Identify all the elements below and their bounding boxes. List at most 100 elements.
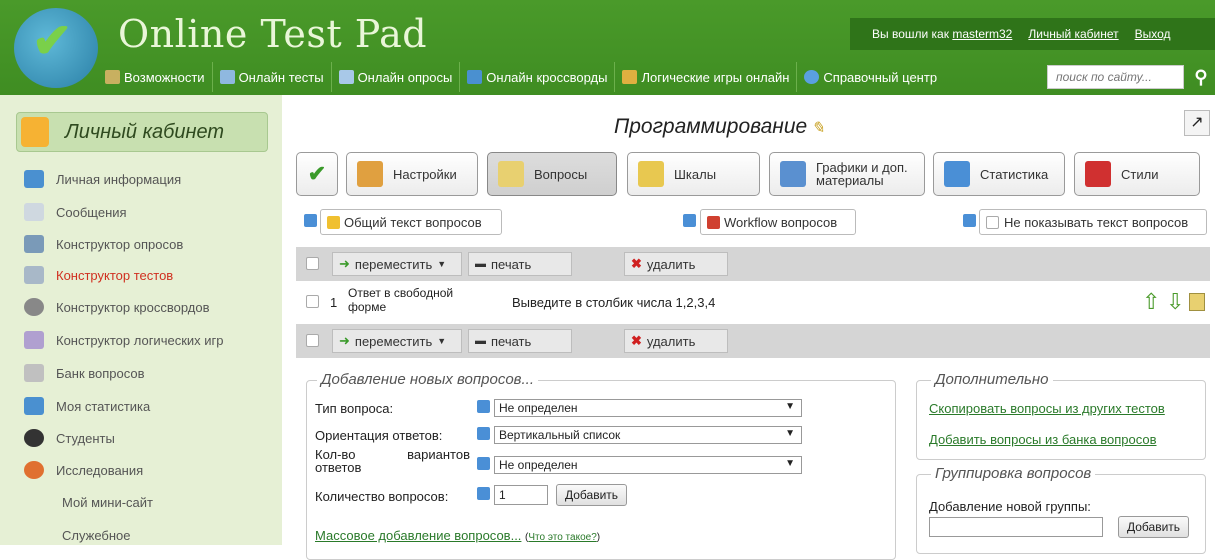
tab-scales[interactable]: Шкалы: [627, 152, 760, 196]
new-group-label: Добавление новой группы:: [929, 499, 1091, 514]
delete-button[interactable]: ✖ удалить: [624, 252, 728, 276]
tab-questions[interactable]: Вопросы: [487, 152, 617, 196]
variants-select[interactable]: Не определен ▼: [494, 456, 802, 474]
sidebar-item-my-stats[interactable]: Моя статистика: [24, 397, 150, 415]
move-button[interactable]: ➜ переместить ▼: [332, 329, 462, 353]
all-questions-text-button[interactable]: Общий текст вопросов: [320, 209, 502, 235]
database-icon: [24, 364, 44, 382]
sidebar-item-poll-builder[interactable]: Конструктор опросов: [24, 235, 183, 253]
puzzle-icon: [24, 331, 44, 349]
sidebar-item-test-builder[interactable]: Конструктор тестов: [24, 266, 173, 284]
page-title: Программирование ✎: [614, 115, 825, 138]
table-row[interactable]: 1 Ответ в свободной форме Выведите в сто…: [296, 283, 1210, 321]
expand-icon[interactable]: ↗: [1184, 110, 1210, 136]
hide-text-checkbox[interactable]: [986, 215, 999, 229]
cabinet-header[interactable]: Личный кабинет: [16, 112, 268, 152]
username-link[interactable]: masterm32: [952, 27, 1012, 41]
bank-questions-link[interactable]: Добавить вопросы из банка вопросов: [929, 432, 1157, 447]
nav-polls[interactable]: Онлайн опросы: [330, 62, 460, 92]
mass-add-row: Массовое добавление вопросов... (Что это…: [315, 528, 601, 543]
sidebar-item-question-bank[interactable]: Банк вопросов: [24, 364, 145, 382]
delete-button[interactable]: ✖ удалить: [624, 329, 728, 353]
test-icon: [219, 70, 235, 84]
search-icon[interactable]: ⚲: [1188, 63, 1214, 91]
help-icon[interactable]: [963, 214, 976, 227]
help-icon[interactable]: [477, 457, 490, 470]
printer-icon: ▬: [475, 335, 486, 347]
notepad-icon: [498, 161, 524, 187]
delete-icon: ✖: [631, 256, 642, 271]
select-all-checkbox[interactable]: [306, 257, 319, 270]
nav-crosswords[interactable]: Онлайн кроссворды: [459, 62, 614, 92]
cabinet-link[interactable]: Личный кабинет: [1028, 27, 1118, 41]
print-button[interactable]: ▬ печать: [468, 329, 572, 353]
help-icon[interactable]: [304, 214, 317, 227]
help-icon[interactable]: [683, 214, 696, 227]
new-group-input[interactable]: [929, 517, 1103, 537]
edit-icon[interactable]: [1189, 293, 1205, 311]
nav-tests[interactable]: Онлайн тесты: [211, 62, 331, 92]
sidebar-item-personal-info[interactable]: Личная информация: [24, 170, 181, 188]
what-is-it-link[interactable]: Что это такое?: [528, 532, 596, 543]
save-check-button[interactable]: ✔: [296, 152, 338, 196]
sidebar-item-mini-site[interactable]: Мой мини-сайт: [62, 495, 153, 510]
main-nav: Возможности Онлайн тесты Онлайн опросы О…: [98, 62, 944, 92]
add-questions-button[interactable]: Добавить: [556, 484, 628, 506]
question-number: 1: [330, 295, 338, 310]
tab-styles[interactable]: Стили: [1074, 152, 1200, 196]
gear-icon: [105, 70, 120, 84]
sidebar-item-students[interactable]: Студенты: [24, 429, 115, 447]
brand-title[interactable]: Online Test Pad: [118, 12, 427, 56]
stats-icon: [944, 161, 970, 187]
row-checkbox[interactable]: [306, 295, 319, 308]
hide-text-toggle[interactable]: Не показывать текст вопросов: [979, 209, 1207, 235]
test-icon: [24, 266, 44, 284]
tab-charts[interactable]: Графики и доп. материалы: [769, 152, 925, 196]
action-bar-bottom: ➜ переместить ▼ ▬ печать ✖ удалить: [296, 324, 1210, 358]
help-icon[interactable]: [477, 487, 490, 500]
select-all-checkbox[interactable]: [306, 334, 319, 347]
workflow-button[interactable]: Workflow вопросов: [700, 209, 856, 235]
help-icon[interactable]: [477, 400, 490, 413]
extra-legend: Дополнительно: [931, 371, 1053, 388]
nav-help[interactable]: Справочный центр: [796, 62, 944, 92]
sidebar-item-service[interactable]: Служебное: [62, 528, 131, 543]
arrow-up-icon[interactable]: ⇧: [1142, 289, 1160, 315]
edit-pencil-icon[interactable]: ✎: [811, 120, 824, 137]
action-bar-top: ➜ переместить ▼ ▬ печать ✖ удалить: [296, 247, 1210, 281]
tab-settings[interactable]: Настройки: [346, 152, 478, 196]
move-button[interactable]: ➜ переместить ▼: [332, 252, 462, 276]
chart-icon: [780, 161, 806, 187]
sidebar-item-crossword-builder[interactable]: Конструктор кроссвордов: [24, 298, 210, 316]
student-icon: [24, 429, 44, 447]
folder-icon: [327, 215, 340, 229]
add-group-button[interactable]: Добавить: [1118, 516, 1190, 538]
id-card-icon: [24, 170, 44, 188]
question-text[interactable]: Выведите в столбик числа 1,2,3,4: [512, 295, 715, 310]
arrow-down-icon[interactable]: ⇩: [1166, 289, 1184, 315]
copy-questions-link[interactable]: Скопировать вопросы из других тестов: [929, 401, 1165, 416]
orientation-select[interactable]: Вертикальный список ▼: [494, 426, 802, 444]
arrow-right-icon: ➜: [339, 256, 350, 271]
sidebar-item-research[interactable]: Исследования: [24, 461, 143, 479]
group-legend: Группировка вопросов: [931, 465, 1096, 482]
sidebar-item-messages[interactable]: Сообщения: [24, 203, 127, 221]
count-label: Количество вопросов:: [315, 489, 449, 504]
poll-icon: [24, 235, 44, 253]
count-input[interactable]: [494, 485, 548, 505]
variants-label: Кол-во вариантов ответов: [315, 447, 470, 475]
logout-link[interactable]: Выход: [1135, 27, 1171, 41]
sidebar-item-logic-games-builder[interactable]: Конструктор логических игр: [24, 331, 224, 349]
poll-icon: [338, 70, 354, 84]
print-button[interactable]: ▬ печать: [468, 252, 572, 276]
tab-statistics[interactable]: Статистика: [933, 152, 1065, 196]
mass-add-link[interactable]: Массовое добавление вопросов...: [315, 528, 521, 543]
search-input[interactable]: [1047, 65, 1184, 89]
chevron-down-icon: ▼: [785, 458, 795, 469]
nav-logic-games[interactable]: Логические игры онлайн: [614, 62, 796, 92]
crossword-icon: [467, 70, 483, 84]
nav-features[interactable]: Возможности: [98, 62, 212, 92]
question-type-select[interactable]: Не определен ▼: [494, 399, 802, 417]
help-icon[interactable]: [477, 427, 490, 440]
mail-icon: [24, 203, 44, 221]
